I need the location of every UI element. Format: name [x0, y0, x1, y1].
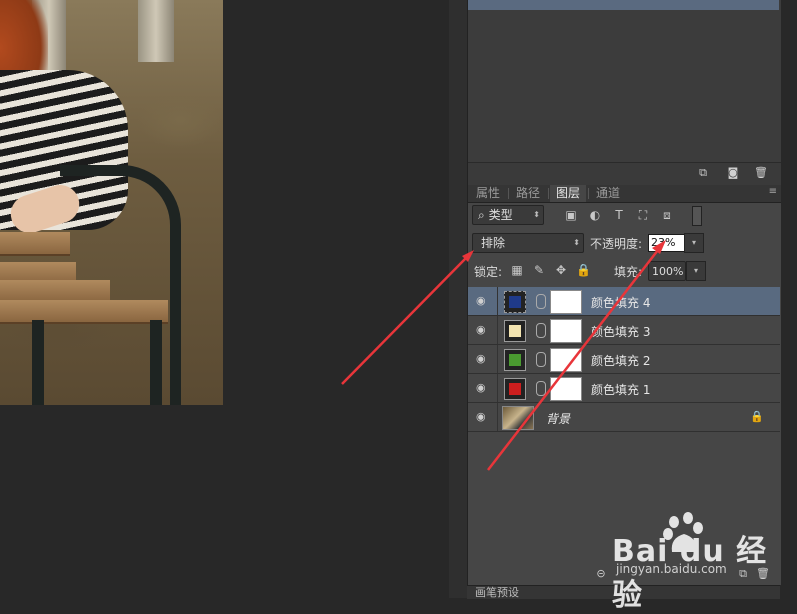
- trash-icon[interactable]: 🗑: [754, 167, 768, 179]
- layer-row[interactable]: ◉ 颜色填充 4: [468, 287, 780, 316]
- filter-toggle-icon[interactable]: [692, 206, 702, 226]
- fill-input[interactable]: 100%: [648, 261, 686, 281]
- opacity-value: 23%: [651, 236, 676, 249]
- history-panel: ⧉ ◙ 🗑: [467, 0, 781, 185]
- visibility-eye-icon[interactable]: ◉: [476, 295, 490, 307]
- baidu-watermark: Bai du 经验 jingyan.baidu.com: [582, 512, 782, 613]
- adjustment-filter-icon[interactable]: ◐: [588, 208, 602, 222]
- layer-thumbnail[interactable]: [504, 349, 526, 371]
- fill-label: 填充:: [614, 265, 643, 279]
- lock-icon: 🔒: [750, 410, 764, 423]
- layer-name: 颜色填充 4: [591, 296, 651, 310]
- layer-name: 颜色填充 1: [591, 383, 651, 397]
- tab-separator: [548, 188, 549, 199]
- bench-leg: [32, 320, 44, 405]
- layer-name: 颜色填充 2: [591, 354, 651, 368]
- blend-mode-value: 排除: [481, 236, 506, 250]
- layer-mask-thumbnail[interactable]: [550, 348, 582, 372]
- panel-tabs: 属性 路径 图层 通道 ≡: [468, 185, 781, 203]
- visibility-eye-icon[interactable]: ◉: [476, 353, 490, 365]
- fill-dropdown-button[interactable]: ▾: [686, 261, 706, 281]
- lock-position-icon[interactable]: ✥: [554, 263, 568, 277]
- bench-plank: [0, 232, 70, 256]
- divider: [497, 287, 498, 315]
- blend-mode-select[interactable]: 排除 ⬍: [472, 233, 584, 253]
- lock-transparent-icon[interactable]: ▦: [510, 263, 524, 277]
- chain-link-icon[interactable]: [536, 381, 546, 396]
- arrow-to-blend-mode: [341, 257, 467, 385]
- shape-filter-icon[interactable]: ⛶: [636, 208, 650, 222]
- layer-mask-thumbnail[interactable]: [550, 377, 582, 401]
- visibility-eye-icon[interactable]: ◉: [476, 411, 490, 423]
- layer-thumbnail[interactable]: [504, 291, 526, 313]
- chain-link-icon[interactable]: [536, 352, 546, 367]
- chevron-updown-icon: ⬍: [573, 238, 580, 247]
- canvas-photo: [0, 0, 223, 405]
- chevron-updown-icon: ⬍: [533, 210, 540, 219]
- panel-menu-icon[interactable]: ≡: [769, 186, 777, 197]
- layer-row[interactable]: ◉ 颜色填充 1: [468, 374, 780, 403]
- fill-color-swatch: [509, 383, 521, 395]
- layer-mask-thumbnail[interactable]: [550, 319, 582, 343]
- divider: [497, 316, 498, 344]
- visibility-eye-icon[interactable]: ◉: [476, 324, 490, 336]
- fill-color-swatch: [509, 354, 521, 366]
- tab-channels[interactable]: 通道: [590, 185, 626, 202]
- watermark-url: jingyan.baidu.com: [616, 562, 727, 576]
- fill-color-swatch: [509, 325, 521, 337]
- layer-thumbnail[interactable]: [504, 378, 526, 400]
- smart-object-filter-icon[interactable]: ⧈: [660, 208, 674, 222]
- divider: [497, 374, 498, 402]
- opacity-input[interactable]: 23%: [648, 234, 686, 252]
- brush-presets-label: 画笔预设: [475, 586, 519, 599]
- fill-value: 100%: [652, 265, 684, 278]
- divider: [497, 345, 498, 373]
- lock-label: 锁定:: [474, 265, 503, 279]
- tab-layers[interactable]: 图层: [550, 185, 587, 202]
- history-item[interactable]: [468, 0, 779, 10]
- filter-label: 类型: [488, 208, 513, 222]
- filter-search-icon: ⌕: [478, 208, 485, 222]
- bench-plank: [0, 300, 168, 324]
- new-document-icon[interactable]: ⧉: [696, 167, 710, 179]
- panel-dock-strip: [449, 0, 467, 598]
- layer-thumbnail[interactable]: [504, 320, 526, 342]
- layer-row[interactable]: ◉ 颜色填充 3: [468, 316, 780, 345]
- tab-properties[interactable]: 属性: [470, 185, 506, 202]
- chain-link-icon[interactable]: [536, 323, 546, 338]
- chain-link-icon[interactable]: [536, 294, 546, 309]
- lock-image-icon[interactable]: ✎: [532, 263, 546, 277]
- opacity-label: 不透明度:: [590, 237, 643, 251]
- layer-name: 颜色填充 3: [591, 325, 651, 339]
- layer-name: 背景: [546, 412, 571, 426]
- tab-paths[interactable]: 路径: [510, 185, 546, 202]
- tab-separator: [508, 188, 509, 199]
- layer-row[interactable]: ◉ 颜色填充 2: [468, 345, 780, 374]
- tree-trunk: [138, 0, 174, 62]
- fill-color-swatch: [509, 296, 521, 308]
- layer-row-background[interactable]: ◉ 背景 🔒: [468, 403, 780, 432]
- visibility-eye-icon[interactable]: ◉: [476, 382, 490, 394]
- tab-separator: [588, 188, 589, 199]
- layer-mask-thumbnail[interactable]: [550, 290, 582, 314]
- image-filter-icon[interactable]: ▣: [564, 208, 578, 222]
- history-footer: ⧉ ◙ 🗑: [468, 162, 781, 185]
- layer-filter-select[interactable]: ⌕ 类型 ⬍: [472, 205, 544, 225]
- background-thumbnail[interactable]: [502, 406, 534, 430]
- bench-leg: [150, 320, 162, 405]
- divider: [497, 403, 498, 431]
- lock-all-icon[interactable]: 🔒: [576, 263, 591, 277]
- camera-icon[interactable]: ◙: [726, 167, 740, 179]
- opacity-dropdown-button[interactable]: ▾: [684, 233, 704, 253]
- type-filter-icon[interactable]: T: [612, 208, 626, 222]
